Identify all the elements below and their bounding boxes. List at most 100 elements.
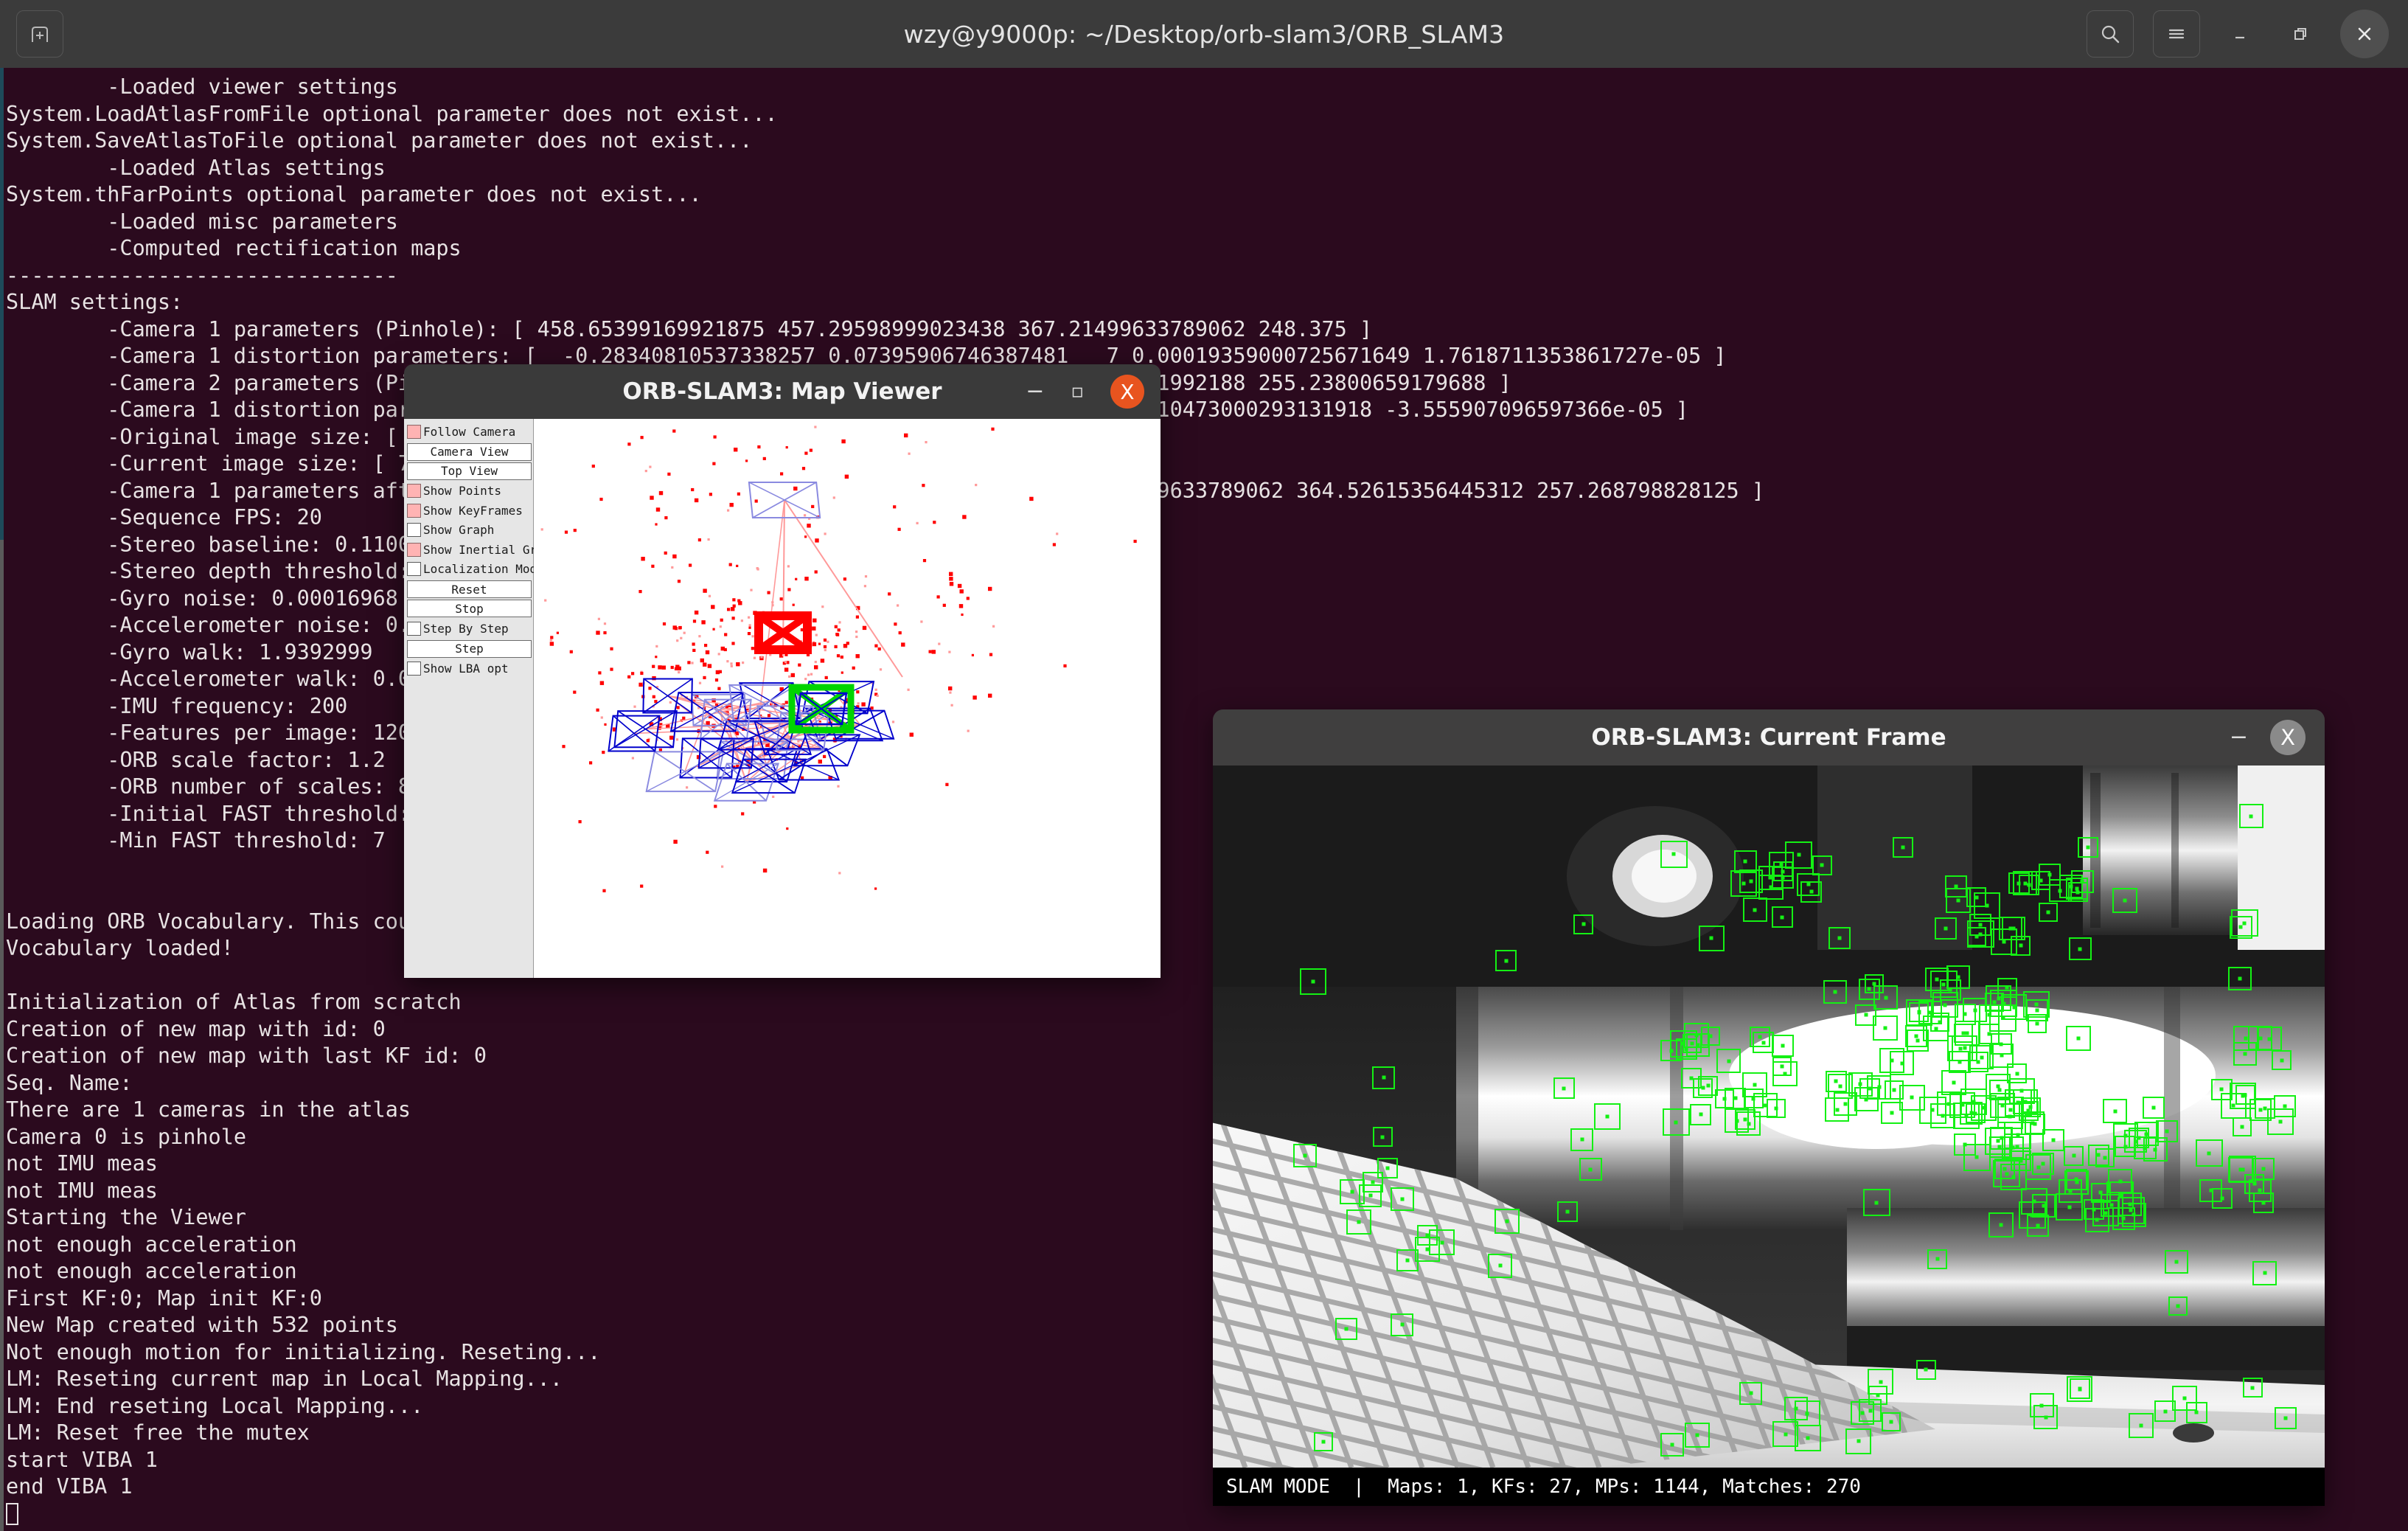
keypoint-marker [1880,1101,1903,1124]
keypoint-marker [2021,1111,2045,1136]
checkbox-show-inertial-graph[interactable]: Show Inertial Graph [407,540,558,560]
map-viewer-client: Follow Camera Camera View Top View Show Poi… [404,419,1160,978]
checkbox-indicator[interactable] [407,542,421,557]
keypoint-marker [1954,1003,1976,1025]
keypoint-marker [1293,1143,1318,1167]
keypoint-marker [1739,869,1764,893]
current-frame-window: ORB-SLAM3: Current Frame − X SLAM MODE |… [1213,709,2325,1506]
keypoint-marker [1825,1097,1850,1122]
checkbox-label: Show Graph [423,523,495,538]
keypoint-marker [1988,1212,2014,1238]
keypoint-marker [2042,1128,2065,1151]
checkbox-indicator[interactable] [407,621,421,636]
camera-frame-image [1213,766,2325,1468]
button-stop[interactable]: Stop [407,600,532,617]
checkbox-label: Show KeyFrames [423,503,523,518]
keypoint-marker [2038,902,2058,922]
keypoint-marker [1868,1369,1894,1395]
keypoint-marker [2013,871,2038,896]
terminal-titlebar-right [2087,10,2408,58]
keypoint-marker [1923,1016,1949,1042]
keypoint-marker [1684,1423,1710,1448]
checkbox-indicator[interactable] [407,424,421,439]
checkbox-label: Show Points [423,484,501,499]
checkbox-indicator[interactable] [407,503,421,518]
keypoint-marker [1945,888,1971,914]
keypoint-marker [1553,1077,1575,1100]
terminal-titlebar-left [0,10,63,58]
checkbox-show-graph[interactable]: Show Graph [407,521,533,541]
keypoint-marker [2059,874,2083,898]
terminal-scrollbar[interactable] [0,68,4,1531]
map-viewer-title: ORB-SLAM3: Map Viewer [622,378,942,405]
current-frame-titlebar[interactable]: ORB-SLAM3: Current Frame − X [1213,709,2325,766]
button-top-view[interactable]: Top View [407,462,532,480]
map-viewer-canvas[interactable] [534,419,1160,978]
keypoint-marker [1771,906,1793,928]
keypoint-marker [1742,898,1767,923]
checkbox-follow-camera[interactable]: Follow Camera [407,422,533,442]
keypoint-marker [1557,1201,1579,1222]
keypoint-marker [1749,1026,1770,1047]
keypoint-marker [2195,1139,2223,1167]
keypoint-marker [1488,1253,1513,1278]
keypoint-marker [2228,1157,2254,1183]
keypoint-marker [2012,1089,2038,1115]
checkbox-localization-mode[interactable]: Localization Mode [407,560,544,580]
keypoint-marker [1785,841,1813,869]
keypoint-marker [2272,1050,2292,1071]
checkbox-show-keyframes[interactable]: Show KeyFrames [407,501,533,521]
keypoint-marker [2238,804,2263,829]
map-viewer-titlebar[interactable]: ORB-SLAM3: Map Viewer − ▫ X [404,364,1160,419]
keypoint-marker [1963,1143,1991,1171]
keypoint-marker [1495,950,1517,972]
terminal-cursor [6,1502,18,1525]
keypoint-marker [1997,977,2017,998]
checkbox-indicator[interactable] [407,662,421,676]
keypoint-marker [2084,1207,2109,1232]
keypoint-marker [2165,1249,2189,1274]
checkbox-indicator[interactable] [407,484,421,499]
search-icon[interactable] [2087,10,2134,58]
maximize-icon[interactable] [2280,11,2321,57]
keypoint-marker [1594,1103,1621,1130]
keypoint-marker [1936,1091,1961,1117]
keypoint-marker [2229,915,2252,939]
keypoint-marker [1573,914,1594,934]
checkbox-show-lba-opt[interactable]: Show LBA opt [407,659,533,679]
keypoint-marker [1927,1249,1948,1269]
keypoint-marker [1795,1425,1822,1452]
keypoint-marker [2128,1412,2154,1438]
button-step[interactable]: Step [407,639,532,658]
keypoint-marker [2211,1187,2233,1209]
checkbox-label: Step By Step [423,621,509,636]
keypoint-marker [1772,1035,1795,1058]
checkbox-step-by-step[interactable]: Step By Step [407,619,533,639]
keypoint-marker [2069,1378,2090,1400]
button-camera-view[interactable]: Camera View [407,442,532,461]
checkbox-indicator[interactable] [407,562,421,577]
keypoint-marker [1299,968,1326,996]
checkbox-indicator[interactable] [407,523,421,538]
keypoint-marker [1335,1317,1358,1340]
keypoint-marker [1372,1066,1395,1089]
keypoint-marker [1725,1108,1750,1134]
minimize-icon[interactable] [2219,11,2261,57]
keypoint-marker [1429,1229,1455,1256]
keypoint-marker [2010,1150,2031,1172]
map-point-cloud [540,426,1137,892]
keypoint-marker [1892,837,1913,858]
button-reset[interactable]: Reset [407,580,532,598]
keypoint-marker [1862,1189,1890,1217]
close-icon[interactable] [2340,10,2389,58]
hamburger-menu-icon[interactable] [2153,10,2200,58]
keypoint-marker [1683,1022,1709,1048]
keypoint-marker [2121,1202,2146,1227]
keypoint-marker [2242,1378,2263,1398]
keypoint-marker [2095,1148,2115,1167]
keypoint-marker [1680,1068,1702,1089]
keypoint-marker [1372,1127,1393,1148]
keypoint-marker [1935,917,1958,940]
checkbox-show-points[interactable]: Show Points [407,482,533,501]
new-tab-icon[interactable] [16,10,63,58]
